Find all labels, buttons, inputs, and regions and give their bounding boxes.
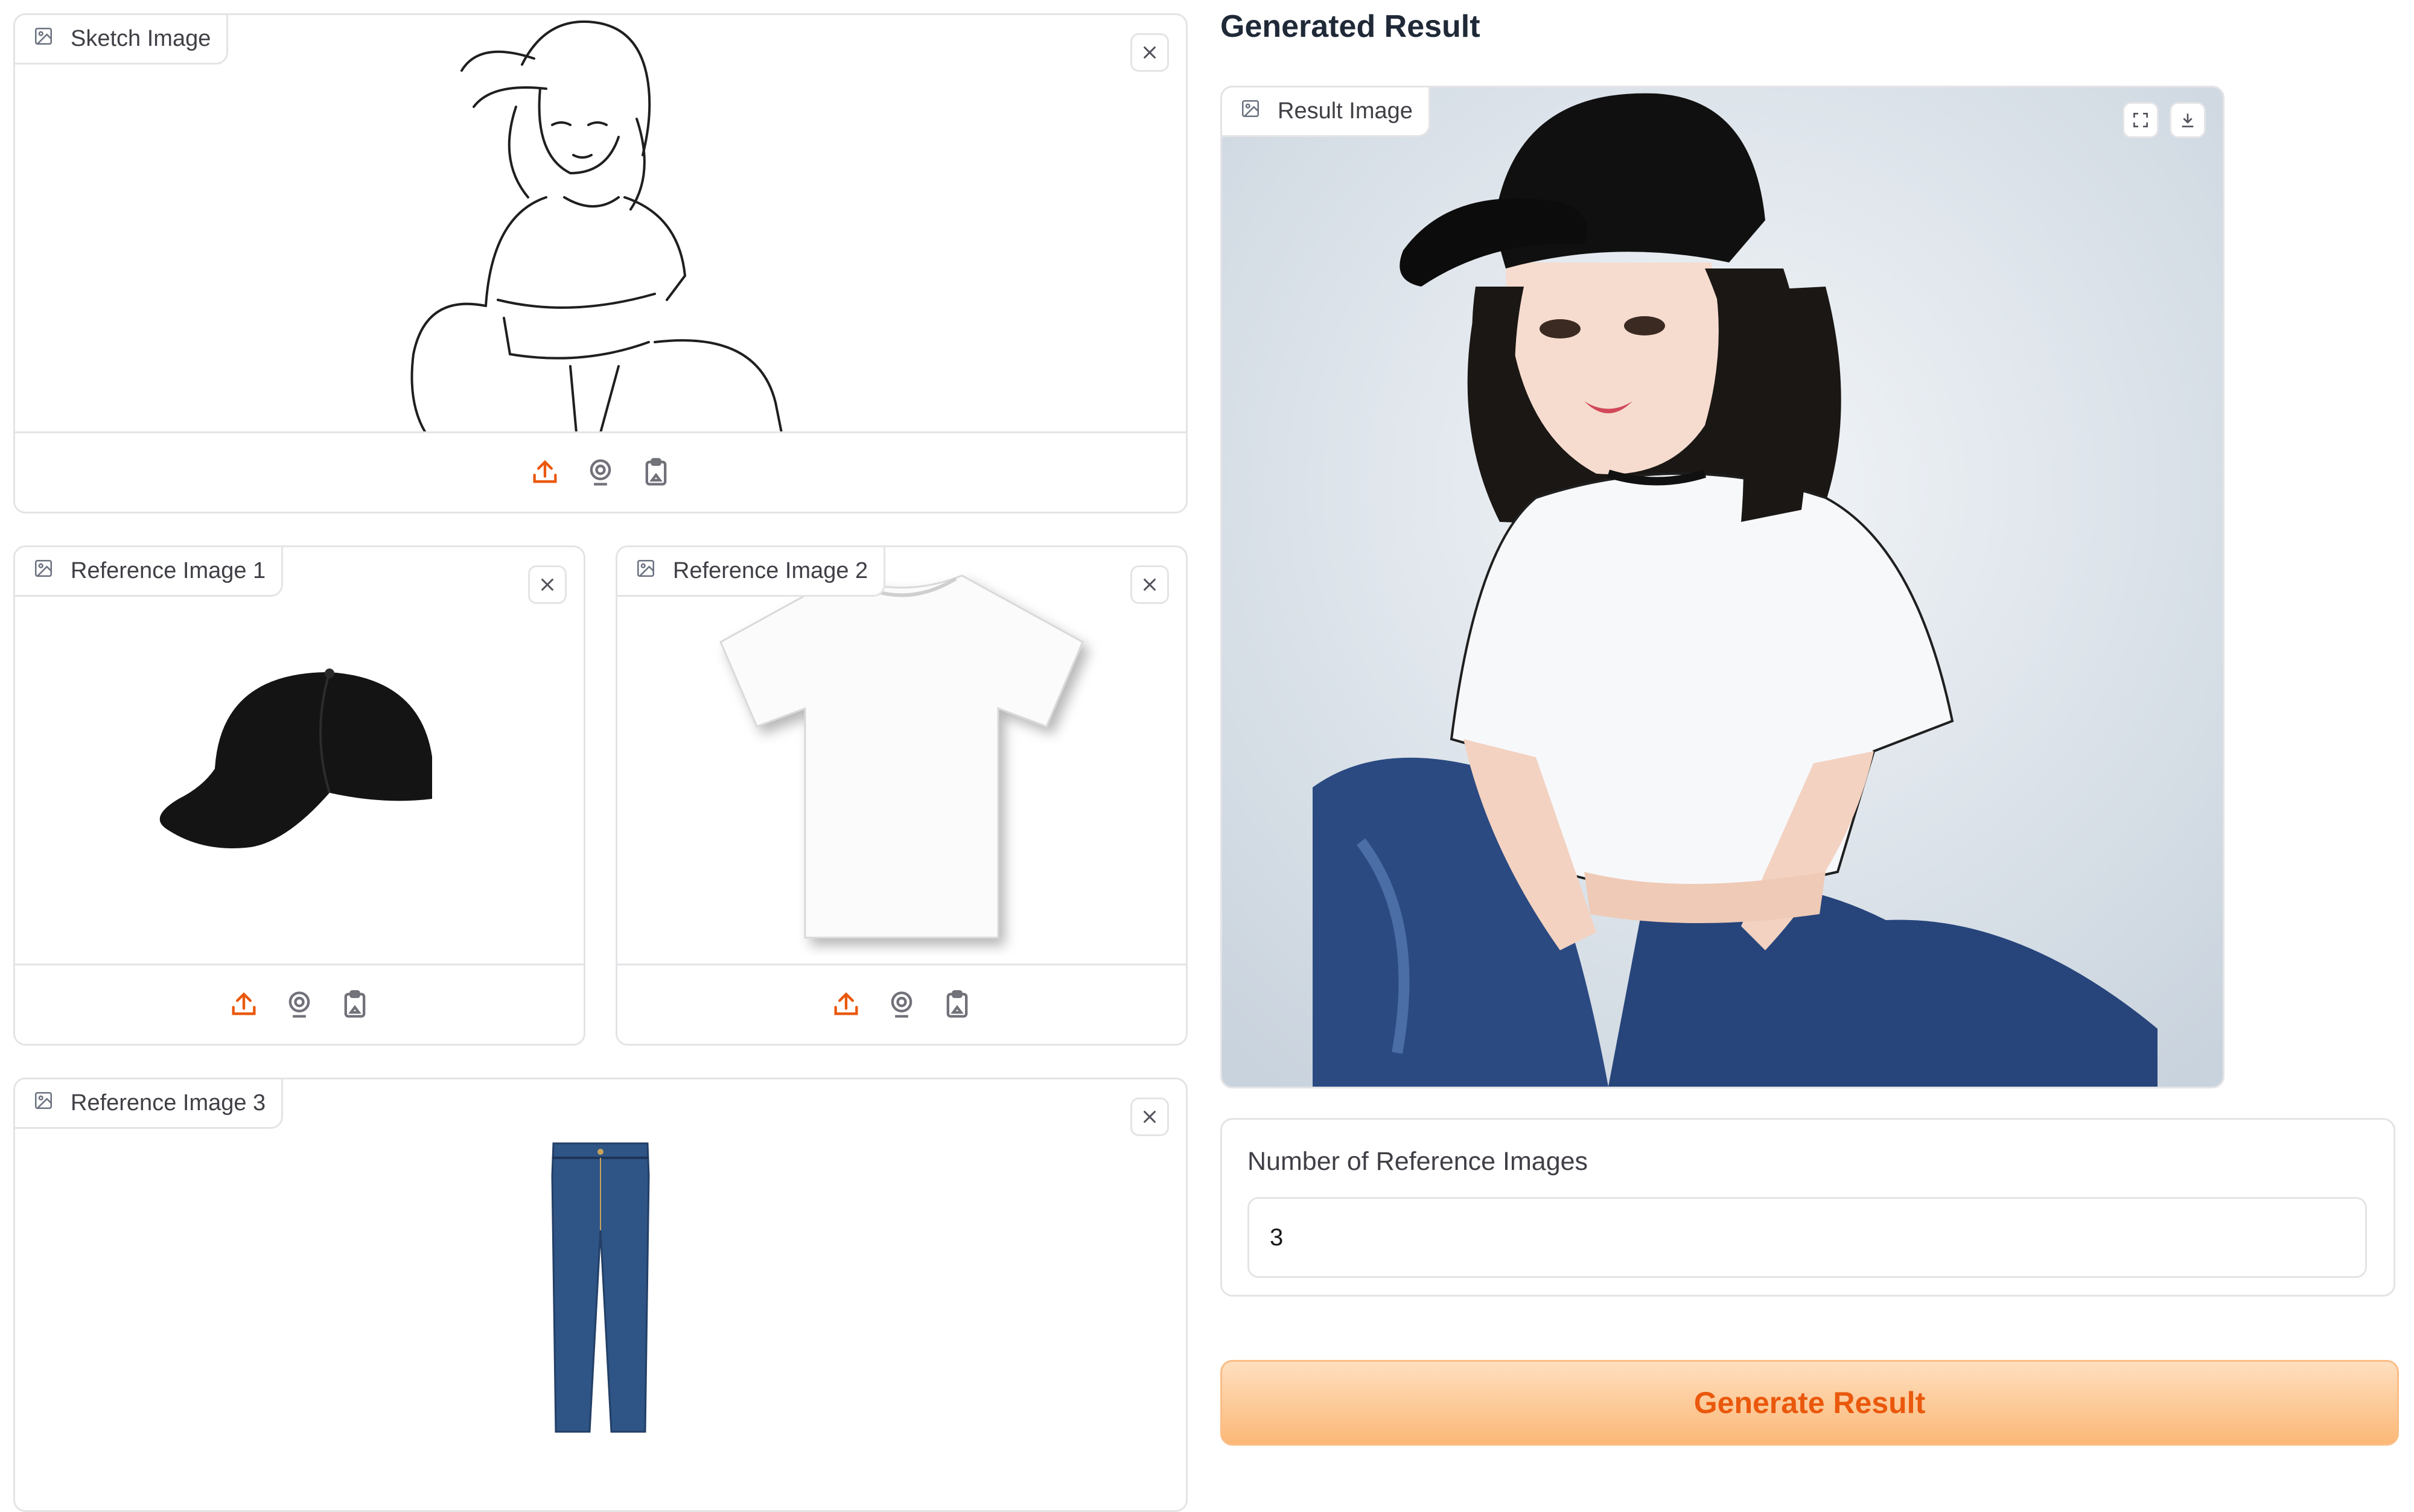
- upload-icon: [232, 992, 256, 1015]
- download-button[interactable]: [2170, 102, 2206, 138]
- paste-button[interactable]: [941, 989, 973, 1020]
- reference-image-3-label-text: Reference Image 3: [71, 1090, 266, 1116]
- paste-button[interactable]: [339, 989, 371, 1020]
- result-image-panel: Result Image: [1220, 86, 2225, 1088]
- reference-image-1-label: Reference Image 1: [15, 547, 284, 597]
- paste-button[interactable]: [640, 457, 672, 488]
- upload-button[interactable]: [529, 457, 561, 488]
- image-icon: [33, 26, 54, 52]
- webcam-button[interactable]: [284, 989, 315, 1020]
- sketch-image-label-text: Sketch Image: [71, 26, 211, 51]
- tshirt-image: [617, 547, 1186, 965]
- generated-result-image: [1222, 87, 2223, 1087]
- reference-image-1-panel[interactable]: Reference Image 1: [13, 545, 585, 1046]
- webcam-button[interactable]: [886, 989, 917, 1020]
- reference-image-3-panel[interactable]: Reference Image 3: [13, 1078, 1188, 1512]
- upload-icon: [834, 992, 858, 1015]
- image-icon: [33, 558, 54, 585]
- fullscreen-icon: [2133, 113, 2148, 127]
- image-icon: [1240, 98, 1261, 125]
- close-icon: [1143, 578, 1156, 591]
- webcam-icon: [590, 459, 611, 486]
- generated-result-title: Generated Result: [1220, 9, 1480, 44]
- image-icon: [635, 558, 656, 585]
- clipboard-paste-icon: [946, 990, 968, 1018]
- result-image-label-text: Result Image: [1278, 98, 1413, 124]
- cap-image: [15, 547, 584, 965]
- reference-image-2-label: Reference Image 2: [617, 547, 886, 597]
- clipboard-paste-icon: [645, 458, 667, 486]
- baseball-cap-drawing: [159, 668, 432, 848]
- download-icon: [2182, 113, 2194, 127]
- reference-image-2-label-text: Reference Image 2: [673, 558, 868, 583]
- webcam-button[interactable]: [585, 457, 616, 488]
- close-icon: [1143, 1110, 1156, 1123]
- sketch-image-label: Sketch Image: [15, 15, 229, 65]
- reference-2-upload-toolbar: [617, 964, 1186, 1044]
- result-image-label: Result Image: [1222, 87, 1430, 137]
- white-tshirt-drawing: [719, 574, 1084, 938]
- jeans-image: [15, 1140, 1186, 1435]
- fullscreen-button[interactable]: [2123, 102, 2159, 138]
- sketch-drawing: [410, 20, 783, 433]
- upload-icon: [533, 460, 557, 483]
- reference-count-input[interactable]: [1247, 1197, 2367, 1278]
- sketch-upload-toolbar: [15, 431, 1186, 512]
- generate-result-button[interactable]: Generate Result: [1220, 1360, 2399, 1446]
- clear-reference-3-button[interactable]: [1130, 1097, 1169, 1136]
- sketch-image-preview: [15, 15, 1186, 433]
- blue-jeans-drawing: [551, 1142, 650, 1433]
- clear-sketch-button[interactable]: [1130, 33, 1169, 72]
- reference-count-label: Number of Reference Images: [1247, 1147, 1588, 1176]
- webcam-icon: [891, 991, 912, 1018]
- reference-1-upload-toolbar: [15, 964, 584, 1044]
- clipboard-paste-icon: [344, 990, 366, 1018]
- reference-image-2-panel[interactable]: Reference Image 2: [616, 545, 1188, 1046]
- image-icon: [33, 1090, 54, 1117]
- clear-reference-2-button[interactable]: [1130, 565, 1169, 604]
- reference-image-1-label-text: Reference Image 1: [71, 558, 266, 583]
- sketch-image-panel[interactable]: Sketch Image: [13, 13, 1188, 513]
- upload-button[interactable]: [228, 989, 260, 1020]
- reference-image-3-label: Reference Image 3: [15, 1079, 284, 1129]
- reference-count-block: Number of Reference Images: [1220, 1118, 2395, 1297]
- close-icon: [1143, 46, 1156, 59]
- clear-reference-1-button[interactable]: [528, 565, 567, 604]
- upload-button[interactable]: [830, 989, 862, 1020]
- close-icon: [541, 578, 554, 591]
- webcam-icon: [288, 991, 310, 1018]
